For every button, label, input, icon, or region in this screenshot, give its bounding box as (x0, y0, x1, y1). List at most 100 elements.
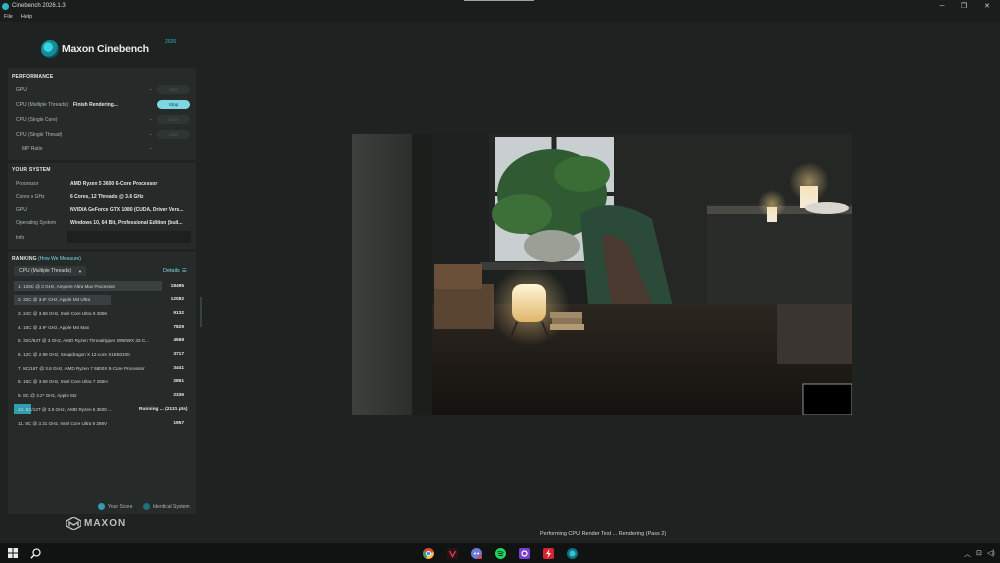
network-icon[interactable]: ⊡ (976, 549, 982, 557)
ranking-row[interactable]: 6. 12C @ 2.98 GHz, Snapdragon X 12-core … (14, 350, 194, 360)
sys-cores-value: 6 Cores, 12 Threads @ 3.6 GHz (70, 194, 144, 200)
logo-year: 2026 (165, 39, 177, 45)
ranking-row[interactable]: 4. 16C @ 3.9* GHz, Apple M4 Max 7829 (14, 322, 194, 332)
ranking-row[interactable]: 7. 8C/16T @ 3.8 GHz, AMD Ryzen 7 5800X 8… (14, 363, 194, 373)
perf-gpu-value: - (150, 87, 152, 93)
menu-file[interactable]: File (4, 14, 13, 20)
vivaldi-icon[interactable] (445, 546, 459, 560)
volume-icon[interactable]: ◁) (987, 549, 995, 557)
ranking-title: RANKING (12, 256, 37, 262)
sys-cores-label: Cores x GHz (16, 194, 45, 200)
minimize-button[interactable]: ─ (930, 0, 954, 12)
render-viewport (352, 134, 852, 415)
cinebench-logo: Maxon Cinebench 2026 (41, 39, 181, 61)
ranking-label: 8. 16C @ 3.69 GHz, Intel Core Ultra 7 25… (18, 379, 108, 385)
ranking-row[interactable]: 8. 16C @ 3.69 GHz, Intel Core Ultra 7 25… (14, 377, 194, 387)
cinebench-app-icon (2, 2, 9, 10)
ranking-row[interactable]: 11. 8C @ 3.31 GHz, Intel Core Ultra 9 28… (14, 418, 194, 428)
perf-cpu-multi-value: Finish Rendering... (73, 102, 119, 108)
maxon-logo-text: MAXON (84, 518, 127, 529)
cinebench-logo-icon (41, 40, 59, 58)
system-title: YOUR SYSTEM (12, 167, 51, 173)
tray-chevron-icon[interactable]: ︿ (964, 549, 971, 559)
ranking-score: 2336 (173, 393, 184, 399)
cpu-single-thread-start-button[interactable]: Start (157, 130, 190, 139)
sys-gpu-value: NVIDIA GeForce GTX 1080 (CUDA, Driver Ve… (70, 207, 184, 213)
cpu-single-core-start-button[interactable]: Start (157, 115, 190, 124)
ranking-row[interactable]: 3. 24C @ 3.69 GHz, Intel Core Ultra 9 28… (14, 308, 194, 318)
perf-cpu-multi-label: CPU (Multiple Threads) (16, 102, 69, 108)
ranking-score: 7829 (173, 324, 184, 330)
ranking-row[interactable]: 5. 32C/64T @ 3 GHz, AMD Ryzen Threadripp… (14, 336, 194, 346)
sys-info-field[interactable] (67, 231, 191, 243)
spotify-icon[interactable] (493, 546, 507, 560)
details-button[interactable]: Details ☰ (163, 268, 187, 274)
ranking-score: 3441 (173, 365, 184, 371)
ranking-label: 7. 8C/16T @ 3.8 GHz, AMD Ryzen 7 5800X 8… (18, 365, 145, 371)
ranking-score: 2861 (173, 379, 184, 385)
ranking-row-current[interactable]: 10. 6C/12T @ 3.6 GHz, AMD Ryzen 5 3600 .… (14, 404, 194, 415)
perf-cpu-single-core-value: - (150, 117, 152, 123)
perf-mp-ratio-value: - (150, 146, 152, 152)
menu-help[interactable]: Help (21, 14, 32, 20)
ranking-score: 4568 (173, 338, 184, 344)
ranking-row[interactable]: 1. 128C @ 3 GHz, Ampere Altra Max Proces… (14, 281, 194, 291)
filter-icon: ☰ (181, 268, 187, 274)
legend-identical: Identical System (143, 503, 190, 510)
identical-system-dot (143, 503, 150, 510)
legend-your-score-label: Your Score (108, 503, 133, 510)
ranking-label: 4. 16C @ 3.9* GHz, Apple M4 Max (18, 324, 90, 330)
ranking-test-select[interactable]: CPU (Multiple Threads) ▼ (14, 266, 86, 276)
perf-mp-ratio-label: MP Ratio (22, 146, 43, 152)
your-score-dot (98, 503, 105, 510)
ranking-score: 18495 (170, 283, 184, 289)
perf-cpu-single-core-label: CPU (Single Core) (16, 117, 58, 123)
perf-gpu-label: GPU (16, 87, 27, 93)
details-label: Details (163, 268, 180, 274)
maximize-button[interactable]: ❐ (952, 0, 976, 12)
sys-processor-value: AMD Ryzen 5 3600 6-Core Processor (70, 181, 158, 187)
ranking-label: 3. 24C @ 3.69 GHz, Intel Core Ultra 9 28… (18, 310, 108, 316)
discord-icon[interactable] (469, 546, 483, 560)
ranking-label: 5. 32C/64T @ 3 GHz, AMD Ryzen Threadripp… (18, 338, 150, 344)
ranking-score: 9132 (173, 310, 184, 316)
legend-your-score: Your Score (98, 503, 133, 510)
ranking-label: 10. 6C/12T @ 3.6 GHz, AMD Ryzen 5 3600 .… (18, 406, 112, 412)
chrome-icon[interactable] (421, 546, 435, 560)
ranking-score: 1957 (173, 420, 184, 426)
sys-gpu-label: GPU (16, 207, 27, 213)
sys-os-label: Operating System (16, 220, 57, 226)
performance-title: PERFORMANCE (12, 74, 54, 80)
ranking-label: 2. 32C @ 3.6* GHz, Apple M3 Ultra (18, 297, 91, 303)
sys-processor-label: Processor (16, 181, 39, 187)
gpu-start-button[interactable]: Start (157, 85, 190, 94)
windows-start-icon[interactable] (6, 546, 20, 560)
sys-info-label: Info (16, 235, 25, 241)
close-button[interactable]: ✕ (975, 0, 999, 12)
perf-cpu-single-thread-label: CPU (Single Thread) (16, 132, 63, 138)
menu-bar: File Help (0, 12, 1000, 22)
ranking-label: 6. 12C @ 2.98 GHz, Snapdragon X 12-core … (18, 352, 130, 357)
legend-identical-label: Identical System (153, 503, 190, 510)
ranking-scrollbar[interactable] (200, 297, 202, 327)
perf-cpu-single-thread-value: - (150, 132, 152, 138)
cinebench-icon[interactable] (565, 546, 579, 560)
maxon-logo: MAXON (66, 517, 126, 530)
ranking-row[interactable]: 9. 8C @ 3.2* GHz, Apple M2 2336 (14, 391, 194, 401)
cpu-multi-stop-button[interactable]: Stop (157, 100, 190, 109)
logo-name: Maxon Cinebench (62, 43, 149, 55)
render-scene-image (352, 134, 852, 415)
ranking-label: 11. 8C @ 3.31 GHz, Intel Core Ultra 9 28… (18, 420, 108, 426)
ranking-score: 12082 (170, 297, 184, 303)
performance-panel: PERFORMANCE GPU - Start CPU (Multiple Th… (8, 68, 196, 160)
window-title: Cinebench 2026.1.3 (12, 3, 66, 9)
flash-icon[interactable] (541, 546, 555, 560)
render-status: Performing CPU Render Test ... Rendering… (540, 531, 667, 537)
ranking-label: 1. 128C @ 3 GHz, Ampere Altra Max Proces… (18, 283, 116, 289)
ranking-row[interactable]: 2. 32C @ 3.6* GHz, Apple M3 Ultra 12082 (14, 294, 194, 305)
system-panel: YOUR SYSTEM Processor AMD Ryzen 5 3600 6… (8, 163, 196, 249)
app-icon[interactable] (517, 546, 531, 560)
maxon-logo-icon (66, 517, 81, 530)
how-we-measure-link[interactable]: (How We Measure) (38, 256, 81, 262)
search-icon[interactable] (28, 546, 42, 560)
